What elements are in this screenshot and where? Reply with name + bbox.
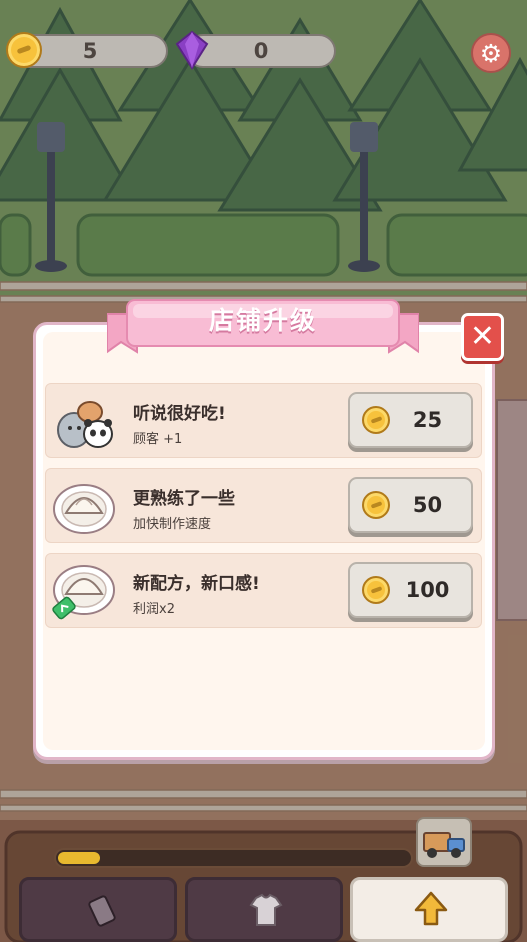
gold-coin-icon [362, 406, 390, 434]
delivery-truck-icon [423, 832, 465, 858]
upgrade-title: 新配方，新口感! [133, 574, 260, 594]
close-button[interactable]: ✕ [461, 313, 504, 361]
upgrade-description: 利润x2 [133, 602, 175, 617]
upgrade-price: 100 [405, 578, 450, 602]
nav-cards-button[interactable] [19, 877, 177, 942]
progress-fill [58, 852, 100, 864]
buy-upgrade-button[interactable]: 25 [348, 392, 473, 448]
upgrade-row-profit: 新配方，新口感! 利润x2 100 [45, 553, 482, 628]
upgrade-description: 顾客 +1 [133, 432, 183, 447]
upgrade-row-speed: 更熟练了一些 加快制作速度 50 [45, 468, 482, 543]
delivery-truck-button[interactable] [416, 817, 472, 867]
upgrade-row-customers: 听说很好吃! 顾客 +1 25 [45, 383, 482, 458]
customer-animals-icon [57, 401, 113, 448]
close-x-icon: ✕ [469, 319, 496, 354]
buy-upgrade-button[interactable]: 100 [348, 562, 473, 618]
upgrade-price: 25 [412, 408, 443, 432]
upgrade-arrow-icon [414, 891, 448, 926]
dialog-title: 店铺升级 [208, 306, 317, 335]
gold-coin-icon [6, 32, 42, 68]
settings-button[interactable]: ⚙ [471, 33, 511, 73]
upgrade-price: 50 [412, 493, 443, 517]
purple-gem-icon [175, 30, 209, 70]
nav-upgrade-button[interactable] [350, 877, 508, 942]
upgrade-title: 更熟练了一些 [133, 489, 235, 509]
gold-coin-icon [362, 491, 390, 519]
upgrade-title: 听说很好吃! [133, 404, 226, 424]
gem-count: 0 [253, 39, 269, 63]
bun-plate-with-tag-icon [52, 565, 115, 620]
upgrade-description: 加快制作速度 [133, 517, 212, 532]
shop-progress-bar [54, 848, 413, 868]
gear-icon: ⚙ [479, 38, 503, 68]
card-icon [88, 895, 116, 927]
gold-coin-icon [362, 576, 390, 604]
game-screen: { "hud": { "coins": "5", "gems": "0", "c… [0, 0, 527, 942]
bun-plate-icon [53, 484, 115, 534]
shirt-icon [249, 893, 283, 926]
nav-outfits-button[interactable] [185, 877, 343, 942]
buy-upgrade-button[interactable]: 50 [348, 477, 473, 533]
